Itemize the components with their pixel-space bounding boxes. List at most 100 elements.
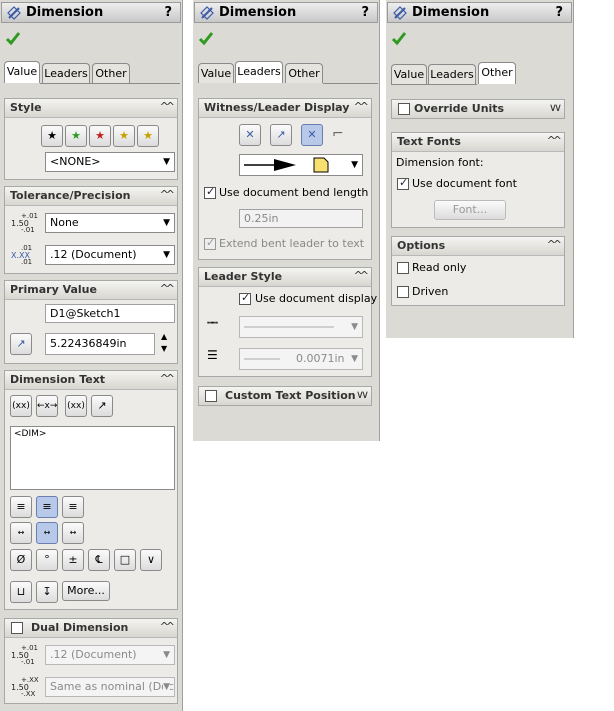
dimension-text-group-header[interactable]: Dimension Text ^^ [5,371,177,390]
justify-top-icon[interactable]: ↔ [10,522,32,544]
extend-bent-leader-checkbox[interactable]: ✓ [204,236,216,250]
leader-smart-icon[interactable]: ✕ [301,124,323,146]
use-document-font-checkbox[interactable]: ✓ [397,176,409,190]
tolerance-type-select[interactable]: None ▼ [45,213,175,233]
custom-text-position-checkbox[interactable] [205,390,217,402]
chevron-down-icon: ▼ [351,354,358,364]
reverse-direction-icon[interactable]: ↗ [10,333,32,355]
dimension-icon [199,5,215,24]
center-dimension-button[interactable]: ←x→ [36,395,58,417]
tab-other[interactable]: Other [478,62,516,84]
custom-text-position-header[interactable]: Custom Text Position ∨∨ [199,387,371,405]
spin-down-icon[interactable]: ▼ [161,344,167,353]
help-button[interactable]: ? [164,5,172,20]
diameter-symbol-icon[interactable]: Ø [10,549,32,571]
apply-style-icon[interactable]: ★ [41,125,63,147]
expand-chevron-icon[interactable]: ∨∨ [356,388,369,401]
tab-other[interactable]: Other [92,63,130,83]
line-thickness-select[interactable]: 0.0071in ▼ [239,348,363,370]
witness-leader-header-label: Witness/Leader Display [204,101,350,114]
spin-up-icon[interactable]: ▲ [161,332,167,341]
square-symbol-icon[interactable]: □ [114,549,136,571]
leader-style-header-label: Leader Style [204,270,283,283]
more-symbols-chevron-icon[interactable]: ∨ [140,549,162,571]
tab-value[interactable]: Value [198,63,234,83]
dimension-text-area[interactable]: <DIM> [10,426,175,490]
collapse-chevron-icon[interactable]: ^^ [160,282,176,295]
expand-chevron-icon[interactable]: ∨∨ [549,101,562,114]
tab-leaders[interactable]: Leaders [42,63,90,83]
ok-checkmark-button[interactable] [5,30,21,49]
ok-checkmark-button[interactable] [198,30,214,49]
delete-style-icon[interactable]: ★ [89,125,111,147]
text-fonts-group-header[interactable]: Text Fonts ^^ [392,133,564,152]
add-style-icon[interactable]: ★ [65,125,87,147]
dual-precision-select[interactable]: .12 (Document) ▼ [45,645,175,665]
plus-minus-symbol-icon[interactable]: ± [62,549,84,571]
counterbore-symbol-icon[interactable]: ⊔ [10,581,32,603]
tab-leaders[interactable]: Leaders [235,61,283,83]
offset-text-icon[interactable]: ↗ [91,395,113,417]
align-right-icon[interactable]: ≡ [62,496,84,518]
use-document-bend-checkbox[interactable]: ✓ [204,185,216,199]
read-only-checkbox[interactable] [397,262,409,274]
bend-length-field[interactable]: 0.25in [239,209,363,228]
dual-dimension-group-header[interactable]: Dual Dimension ^^ [5,619,177,638]
collapse-chevron-icon[interactable]: ^^ [354,269,370,282]
tab-leaders[interactable]: Leaders [428,64,476,84]
dimension-name-field[interactable]: D1@Sketch1 [45,304,175,323]
save-style-icon[interactable]: ★ [113,125,135,147]
collapse-chevron-icon[interactable]: ^^ [160,620,176,633]
add-parentheses-button[interactable]: (xx) [10,395,32,417]
dimension-font-label: Dimension font: [396,156,484,169]
chevron-down-icon: ▼ [163,157,170,167]
help-button[interactable]: ? [361,5,369,20]
arrow-style-select[interactable]: ▼ [239,154,363,176]
line-style-select[interactable]: ▼ [239,316,363,338]
primary-value-group-header[interactable]: Primary Value ^^ [5,281,177,300]
align-left-icon[interactable]: ≡ [10,496,32,518]
more-symbols-button[interactable]: More... [62,581,110,601]
style-group-header[interactable]: Style ^^ [5,99,177,118]
witness-leader-group-header[interactable]: Witness/Leader Display ^^ [199,99,371,118]
tab-value[interactable]: Value [391,64,427,84]
align-center-icon[interactable]: ≡ [36,496,58,518]
ok-checkmark-button[interactable] [391,30,407,49]
dual-dimension-checkbox[interactable] [11,622,23,634]
use-document-display-checkbox[interactable]: ✓ [239,291,251,305]
collapse-chevron-icon[interactable]: ^^ [160,372,176,385]
leader-inside-icon[interactable]: ↗ [270,124,292,146]
inspection-dimension-button[interactable]: (xx) [65,395,87,417]
dimension-value-field[interactable]: 5.22436849in [45,333,155,355]
tab-other[interactable]: Other [285,63,323,83]
leader-style-group-header[interactable]: Leader Style ^^ [199,268,371,287]
dual-tolerance-select[interactable]: Same as nominal (Doc ▼ [45,677,175,697]
justify-middle-icon[interactable]: ↔ [36,522,58,544]
collapse-chevron-icon[interactable]: ^^ [547,134,563,147]
collapse-chevron-icon[interactable]: ^^ [547,238,563,251]
chevron-down-icon: ▼ [351,322,358,332]
collapse-chevron-icon[interactable]: ^^ [160,188,176,201]
leader-outside-icon[interactable]: ✕ [239,124,261,146]
tab-value[interactable]: Value [4,61,40,83]
centerline-symbol-icon[interactable]: ℄ [88,549,110,571]
load-style-icon[interactable]: ★ [137,125,159,147]
override-units-checkbox[interactable] [398,103,410,115]
justify-bottom-icon[interactable]: ↔ [62,522,84,544]
font-button[interactable]: Font... [434,200,506,220]
depth-symbol-icon[interactable]: ↧ [36,581,58,603]
tolerance-group-header[interactable]: Tolerance/Precision ^^ [5,187,177,206]
degree-symbol-icon[interactable]: ° [36,549,58,571]
override-units-header[interactable]: Override Units ∨∨ [392,100,564,118]
primary-value-header-label: Primary Value [10,283,97,296]
precision-select[interactable]: .12 (Document) ▼ [45,245,175,265]
collapse-chevron-icon[interactable]: ^^ [354,100,370,113]
options-group-header[interactable]: Options ^^ [392,237,564,256]
driven-checkbox[interactable] [397,286,409,298]
override-units-group: Override Units ∨∨ [391,99,565,119]
help-button[interactable]: ? [555,5,563,20]
style-favorite-select[interactable]: <NONE> ▼ [45,152,175,172]
collapse-chevron-icon[interactable]: ^^ [160,100,176,113]
dual-tolerance-icon: +.XX 1.50 -.XX [11,676,39,698]
bent-leader-icon[interactable]: ⌐ [332,126,344,142]
